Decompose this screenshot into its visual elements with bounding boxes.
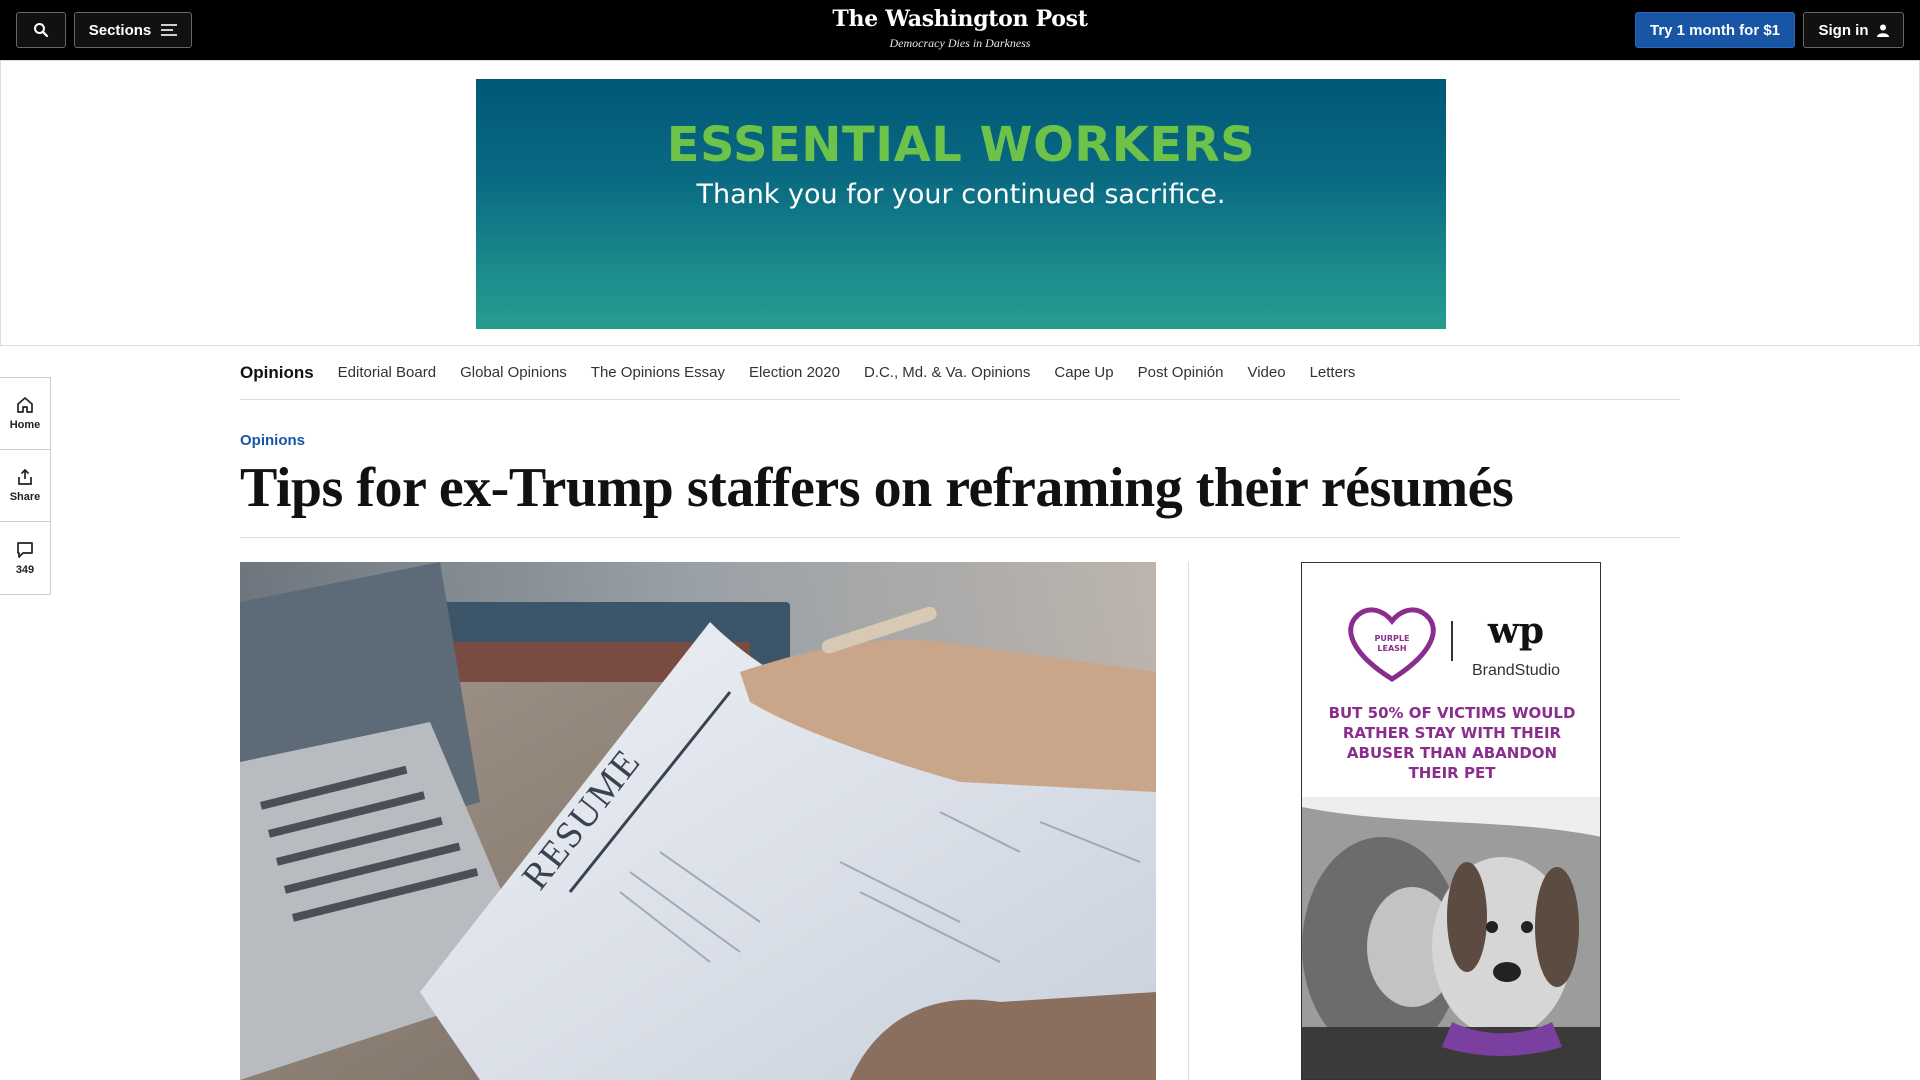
article-hero-image: RESUME <box>240 562 1156 1080</box>
search-icon <box>34 23 49 38</box>
article-kicker[interactable]: Opinions <box>240 432 305 449</box>
subnav-item-letters[interactable]: Letters <box>1310 364 1356 381</box>
sections-label: Sections <box>88 21 152 39</box>
subnav-item-opinions-essay[interactable]: The Opinions Essay <box>591 364 725 381</box>
left-action-rail: Home Share 349 <box>0 377 51 595</box>
subnav-item-post-opinion[interactable]: Post Opinión <box>1138 364 1224 381</box>
sign-in-label: Sign in <box>1818 21 1869 39</box>
ad-subline: Thank you for your continued sacrifice. <box>696 179 1226 210</box>
svg-text:wp: wp <box>1487 610 1544 652</box>
menu-icon <box>161 24 178 36</box>
subnav-item-editorial-board[interactable]: Editorial Board <box>338 364 436 381</box>
user-icon <box>1876 24 1889 37</box>
logo-wordmark: The Washington Post <box>832 6 1088 32</box>
svg-text:LEASH: LEASH <box>1377 644 1406 653</box>
top-navigation-bar: Sections The Washington Post Democracy D… <box>0 0 1920 60</box>
woman-with-dog-photo <box>1302 797 1600 1079</box>
site-logo[interactable]: The Washington Post Democracy Dies in Da… <box>760 6 1160 51</box>
subnav-item-election-2020[interactable]: Election 2020 <box>749 364 840 381</box>
logo-tagline: Democracy Dies in Darkness <box>889 36 1031 50</box>
search-button[interactable] <box>16 12 66 48</box>
sign-in-button[interactable]: Sign in <box>1803 12 1904 48</box>
top-ad-container: ESSENTIAL WORKERS Thank you for your con… <box>0 60 1920 346</box>
ad-headline: ESSENTIAL WORKERS <box>666 117 1256 173</box>
headline-divider <box>240 537 1680 538</box>
resume-photo-illustration: RESUME <box>240 562 1156 1080</box>
subscribe-button[interactable]: Try 1 month for $1 <box>1635 12 1795 48</box>
essential-workers-ad[interactable]: ESSENTIAL WORKERS Thank you for your con… <box>476 79 1446 329</box>
rail-share-button[interactable]: Share <box>0 450 50 522</box>
subnav-item-dc-md-va[interactable]: D.C., Md. & Va. Opinions <box>864 364 1030 381</box>
side-ad-message: BUT 50% OF VICTIMS WOULD RATHER STAY WIT… <box>1328 704 1576 782</box>
column-divider <box>1188 562 1189 1080</box>
side-ad-logos: PURPLE LEASH wp BrandStudio <box>1348 607 1560 682</box>
rail-comments-count: 349 <box>15 563 35 576</box>
brandstudio-label: BrandStudio <box>1472 662 1560 679</box>
subnav-item-cape-up[interactable]: Cape Up <box>1054 364 1113 381</box>
share-icon <box>18 468 32 485</box>
rail-home-button[interactable]: Home <box>0 378 50 450</box>
subnav-item-video[interactable]: Video <box>1247 364 1285 381</box>
sections-button[interactable]: Sections <box>74 12 192 48</box>
subnav-item-opinions[interactable]: Opinions <box>240 363 314 383</box>
svg-text:PURPLE: PURPLE <box>1375 634 1410 643</box>
home-icon <box>17 397 33 413</box>
article-headline: Tips for ex-Trump staffers on reframing … <box>240 457 1514 519</box>
subnav-item-global-opinions[interactable]: Global Opinions <box>460 364 567 381</box>
rail-comments-button[interactable]: 349 <box>0 522 50 594</box>
comment-icon <box>17 541 33 558</box>
rail-share-label: Share <box>9 491 41 503</box>
side-ad-purple-leash[interactable]: PURPLE LEASH wp BrandStudio BUT 50% OF V… <box>1301 562 1601 1080</box>
opinions-subnav: Opinions Editorial Board Global Opinions… <box>240 346 1680 400</box>
rail-home-label: Home <box>9 419 41 431</box>
